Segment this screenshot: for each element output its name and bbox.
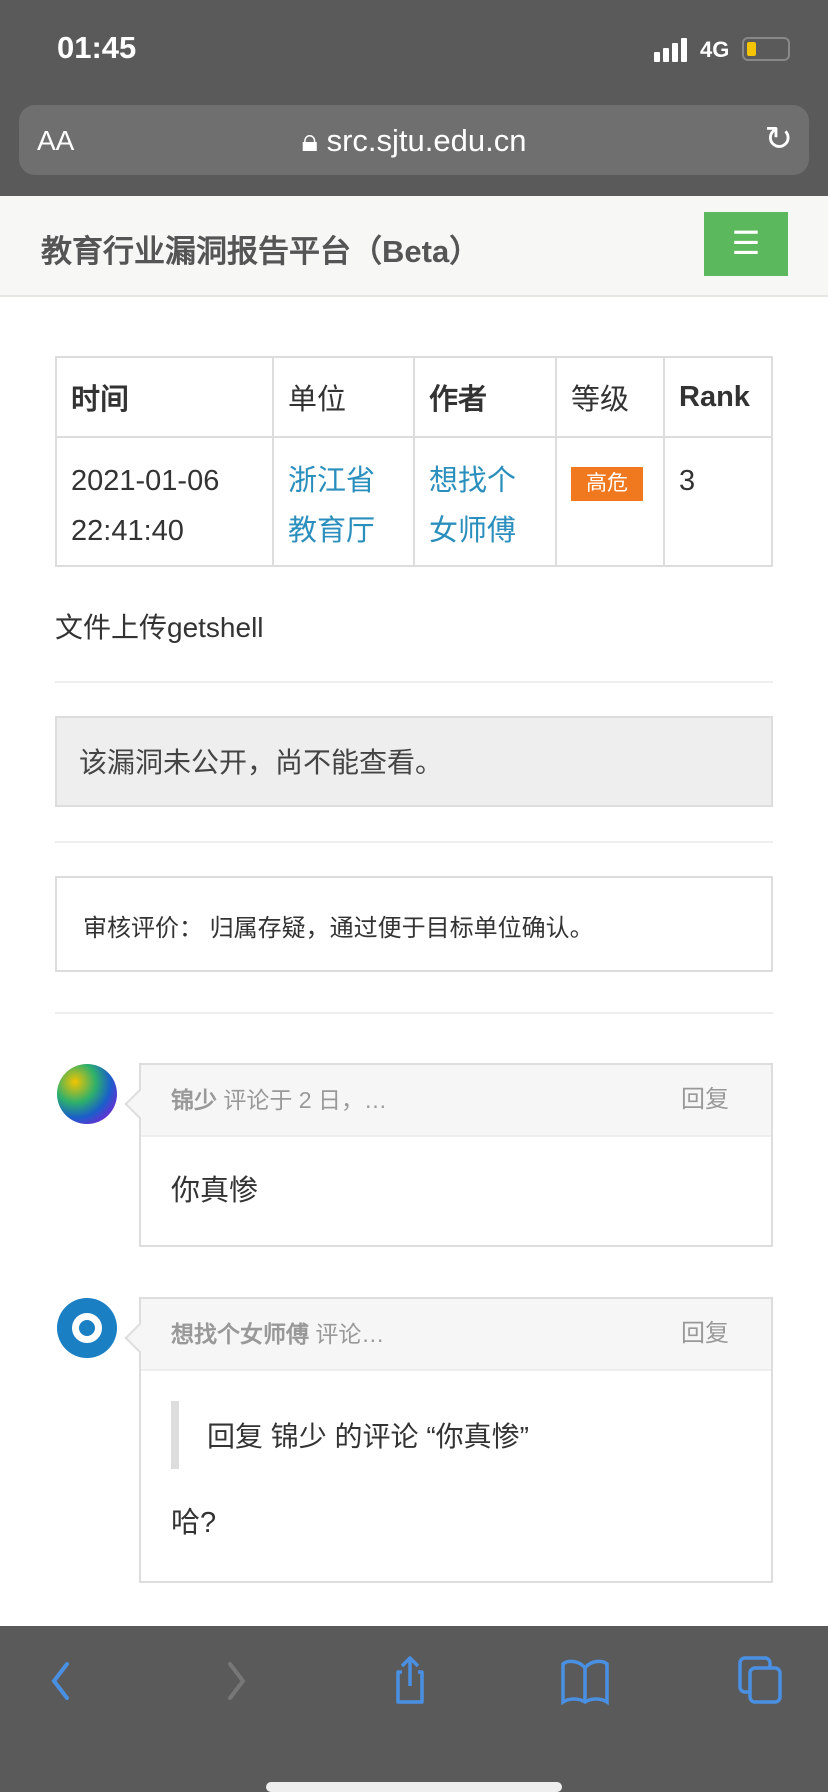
review-text: 归属存疑，通过便于目标单位确认。 xyxy=(203,915,594,942)
time: 22:41:40 xyxy=(71,515,184,547)
table-row: 2021-01-06 22:41:40 浙江省教育厅 想找个女师傅 高危 3 xyxy=(55,436,773,567)
url-field[interactable]: 🔒︎ src.sjtu.edu.cn xyxy=(19,123,809,160)
col-rank: Rank xyxy=(663,356,773,438)
reply-button[interactable]: 回复 xyxy=(681,1065,729,1135)
comment: 想找个女师傅 评论… 回复 回复 锦少 的评论 “你真惨” 哈? xyxy=(139,1297,773,1583)
col-author: 作者 xyxy=(413,356,557,438)
divider xyxy=(55,1012,773,1014)
unit-link[interactable]: 浙江省 教育厅 xyxy=(288,465,375,547)
col-level: 等级 xyxy=(555,356,665,438)
unit-line2: 教育厅 xyxy=(288,515,376,547)
comment-header: 想找个女师傅 评论… 回复 xyxy=(141,1299,771,1371)
date: 2021-01-06 xyxy=(71,465,220,497)
forward-icon[interactable] xyxy=(208,1656,268,1706)
cell-rank: 3 xyxy=(663,436,773,567)
comment-meta: 评论于 2 日，… xyxy=(217,1087,387,1113)
site-header: 教育行业漏洞报告平台（Beta） ☰ xyxy=(0,196,828,297)
review-box: 审核评价： 归属存疑，通过便于目标单位确认。 xyxy=(55,876,773,972)
level-badge: 高危 xyxy=(571,467,643,501)
divider xyxy=(55,841,773,843)
author-line1: 想找个 xyxy=(429,465,517,497)
cell-unit: 浙江省 教育厅 xyxy=(272,436,415,567)
review-label: 审核评价： xyxy=(83,915,203,942)
menu-button[interactable]: ☰ xyxy=(704,212,788,276)
cell-level: 高危 xyxy=(555,436,665,567)
divider xyxy=(55,681,773,683)
comment-body: 你真惨 xyxy=(171,1175,259,1207)
comment: 锦少 评论于 2 日，… 回复 你真惨 xyxy=(139,1063,773,1247)
tabs-icon[interactable] xyxy=(732,1656,792,1706)
cell-time: 2021-01-06 22:41:40 xyxy=(55,436,274,567)
browser-toolbar xyxy=(0,1626,828,1792)
unit-line1: 浙江省 xyxy=(288,465,376,497)
lock-icon: 🔒︎ xyxy=(301,123,327,158)
status-bar: 01:45 4G AA 🔒︎ src.sjtu.edu.cn ↻ xyxy=(0,0,828,196)
comment-author[interactable]: 想找个女师傅 xyxy=(171,1321,309,1347)
comment-text: 哈? xyxy=(171,1507,217,1539)
back-icon[interactable] xyxy=(34,1656,94,1706)
comment-author[interactable]: 锦少 xyxy=(171,1087,217,1113)
author-link[interactable]: 想找个 女师傅 xyxy=(429,465,516,547)
signal-icon xyxy=(654,38,687,62)
col-unit: 单位 xyxy=(272,356,415,438)
comment-body: 回复 锦少 的评论 “你真惨” 哈? xyxy=(141,1371,771,1571)
network-type: 4G xyxy=(700,37,730,62)
bookmarks-icon[interactable] xyxy=(555,1656,615,1706)
hamburger-icon: ☰ xyxy=(731,225,761,261)
comment-header: 锦少 评论于 2 日，… 回复 xyxy=(141,1065,771,1137)
avatar[interactable] xyxy=(57,1064,117,1124)
author-line2: 女师傅 xyxy=(429,515,517,547)
cell-author: 想找个 女师傅 xyxy=(413,436,557,567)
site-title[interactable]: 教育行业漏洞报告平台（Beta） xyxy=(41,226,480,271)
comment-meta: 评论… xyxy=(309,1321,385,1347)
vuln-title: 文件上传getshell xyxy=(55,612,264,643)
home-indicator xyxy=(266,1782,562,1792)
table-header-row: 时间 单位 作者 等级 Rank xyxy=(55,356,773,438)
col-time: 时间 xyxy=(55,356,274,438)
reload-icon[interactable]: ↻ xyxy=(765,119,794,159)
share-icon[interactable] xyxy=(380,1656,440,1706)
vuln-info-table: 时间 单位 作者 等级 Rank 2021-01-06 22:41:40 浙江省教… xyxy=(55,356,773,567)
reply-button[interactable]: 回复 xyxy=(681,1299,729,1369)
url-text: src.sjtu.edu.cn xyxy=(326,123,527,158)
quoted-comment: 回复 锦少 的评论 “你真惨” xyxy=(171,1401,741,1469)
clock: 01:45 xyxy=(57,30,137,65)
address-bar[interactable]: AA 🔒︎ src.sjtu.edu.cn ↻ xyxy=(19,105,809,175)
battery-icon xyxy=(742,37,790,61)
avatar[interactable] xyxy=(57,1298,117,1358)
notice-box: 该漏洞未公开，尚不能查看。 xyxy=(55,716,773,807)
